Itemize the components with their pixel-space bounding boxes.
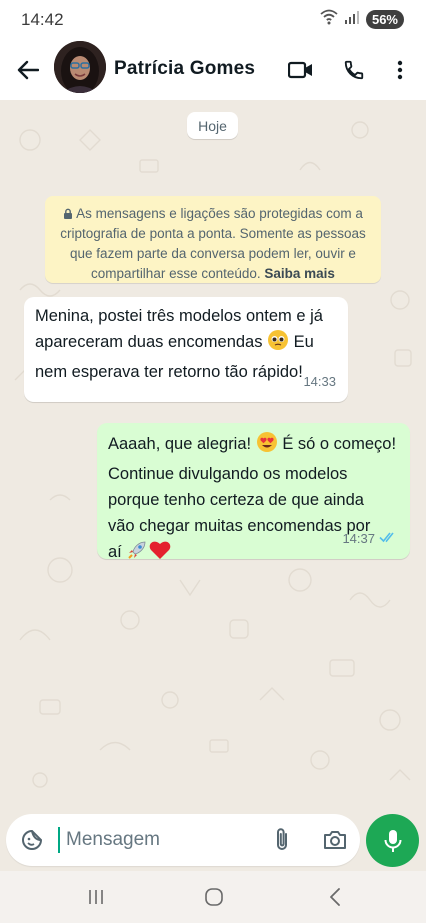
mic-icon[interactable] xyxy=(366,814,419,867)
rocket-emoji xyxy=(126,539,148,569)
red-heart-emoji xyxy=(148,539,172,569)
status-time: 14:42 xyxy=(21,10,64,29)
date-chip: Hoje xyxy=(187,112,238,139)
message-input[interactable] xyxy=(58,827,266,853)
avatar[interactable] xyxy=(54,41,106,93)
pleading-face-emoji xyxy=(267,329,289,359)
system-icons: 56% xyxy=(320,9,404,30)
sticker-icon[interactable] xyxy=(18,826,46,854)
message-time: 14:33 xyxy=(303,374,336,389)
heart-eyes-emoji xyxy=(256,431,278,461)
chat-header: Patrícia Gomes xyxy=(0,40,426,100)
battery-icon: 56% xyxy=(365,10,404,29)
system-nav-bar xyxy=(0,871,426,923)
back-arrow-icon[interactable] xyxy=(14,56,42,84)
message-text: Menina, postei três modelos ontem e já a… xyxy=(35,307,323,381)
signal-icon xyxy=(344,10,360,29)
chat-area[interactable]: Hoje As mensagens e ligações são protegi… xyxy=(0,100,426,814)
learn-more-link[interactable]: Saiba mais xyxy=(264,266,335,281)
input-bar xyxy=(0,814,426,871)
video-call-icon[interactable] xyxy=(287,56,315,84)
camera-icon[interactable] xyxy=(321,826,349,854)
back-icon[interactable] xyxy=(320,883,350,911)
lock-icon xyxy=(63,206,73,221)
phone-icon[interactable] xyxy=(340,56,368,84)
attach-icon[interactable] xyxy=(268,826,296,854)
read-receipt-icon xyxy=(379,526,398,552)
contact-name[interactable]: Patrícia Gomes xyxy=(114,58,255,80)
encryption-notice[interactable]: As mensagens e ligações são protegidas c… xyxy=(45,196,381,283)
message-bubble-incoming[interactable]: Menina, postei três modelos ontem e já a… xyxy=(24,297,348,402)
message-input-container[interactable] xyxy=(6,814,360,866)
message-time: 14:37 xyxy=(342,526,398,552)
recents-icon[interactable] xyxy=(81,883,111,911)
home-icon[interactable] xyxy=(199,883,229,911)
wifi-icon xyxy=(320,9,338,30)
message-bubble-outgoing[interactable]: Aaaah, que alegria! É só o começo! Conti… xyxy=(97,423,410,561)
status-bar: 14:42 56% xyxy=(0,0,426,40)
more-vert-icon[interactable] xyxy=(386,56,414,84)
